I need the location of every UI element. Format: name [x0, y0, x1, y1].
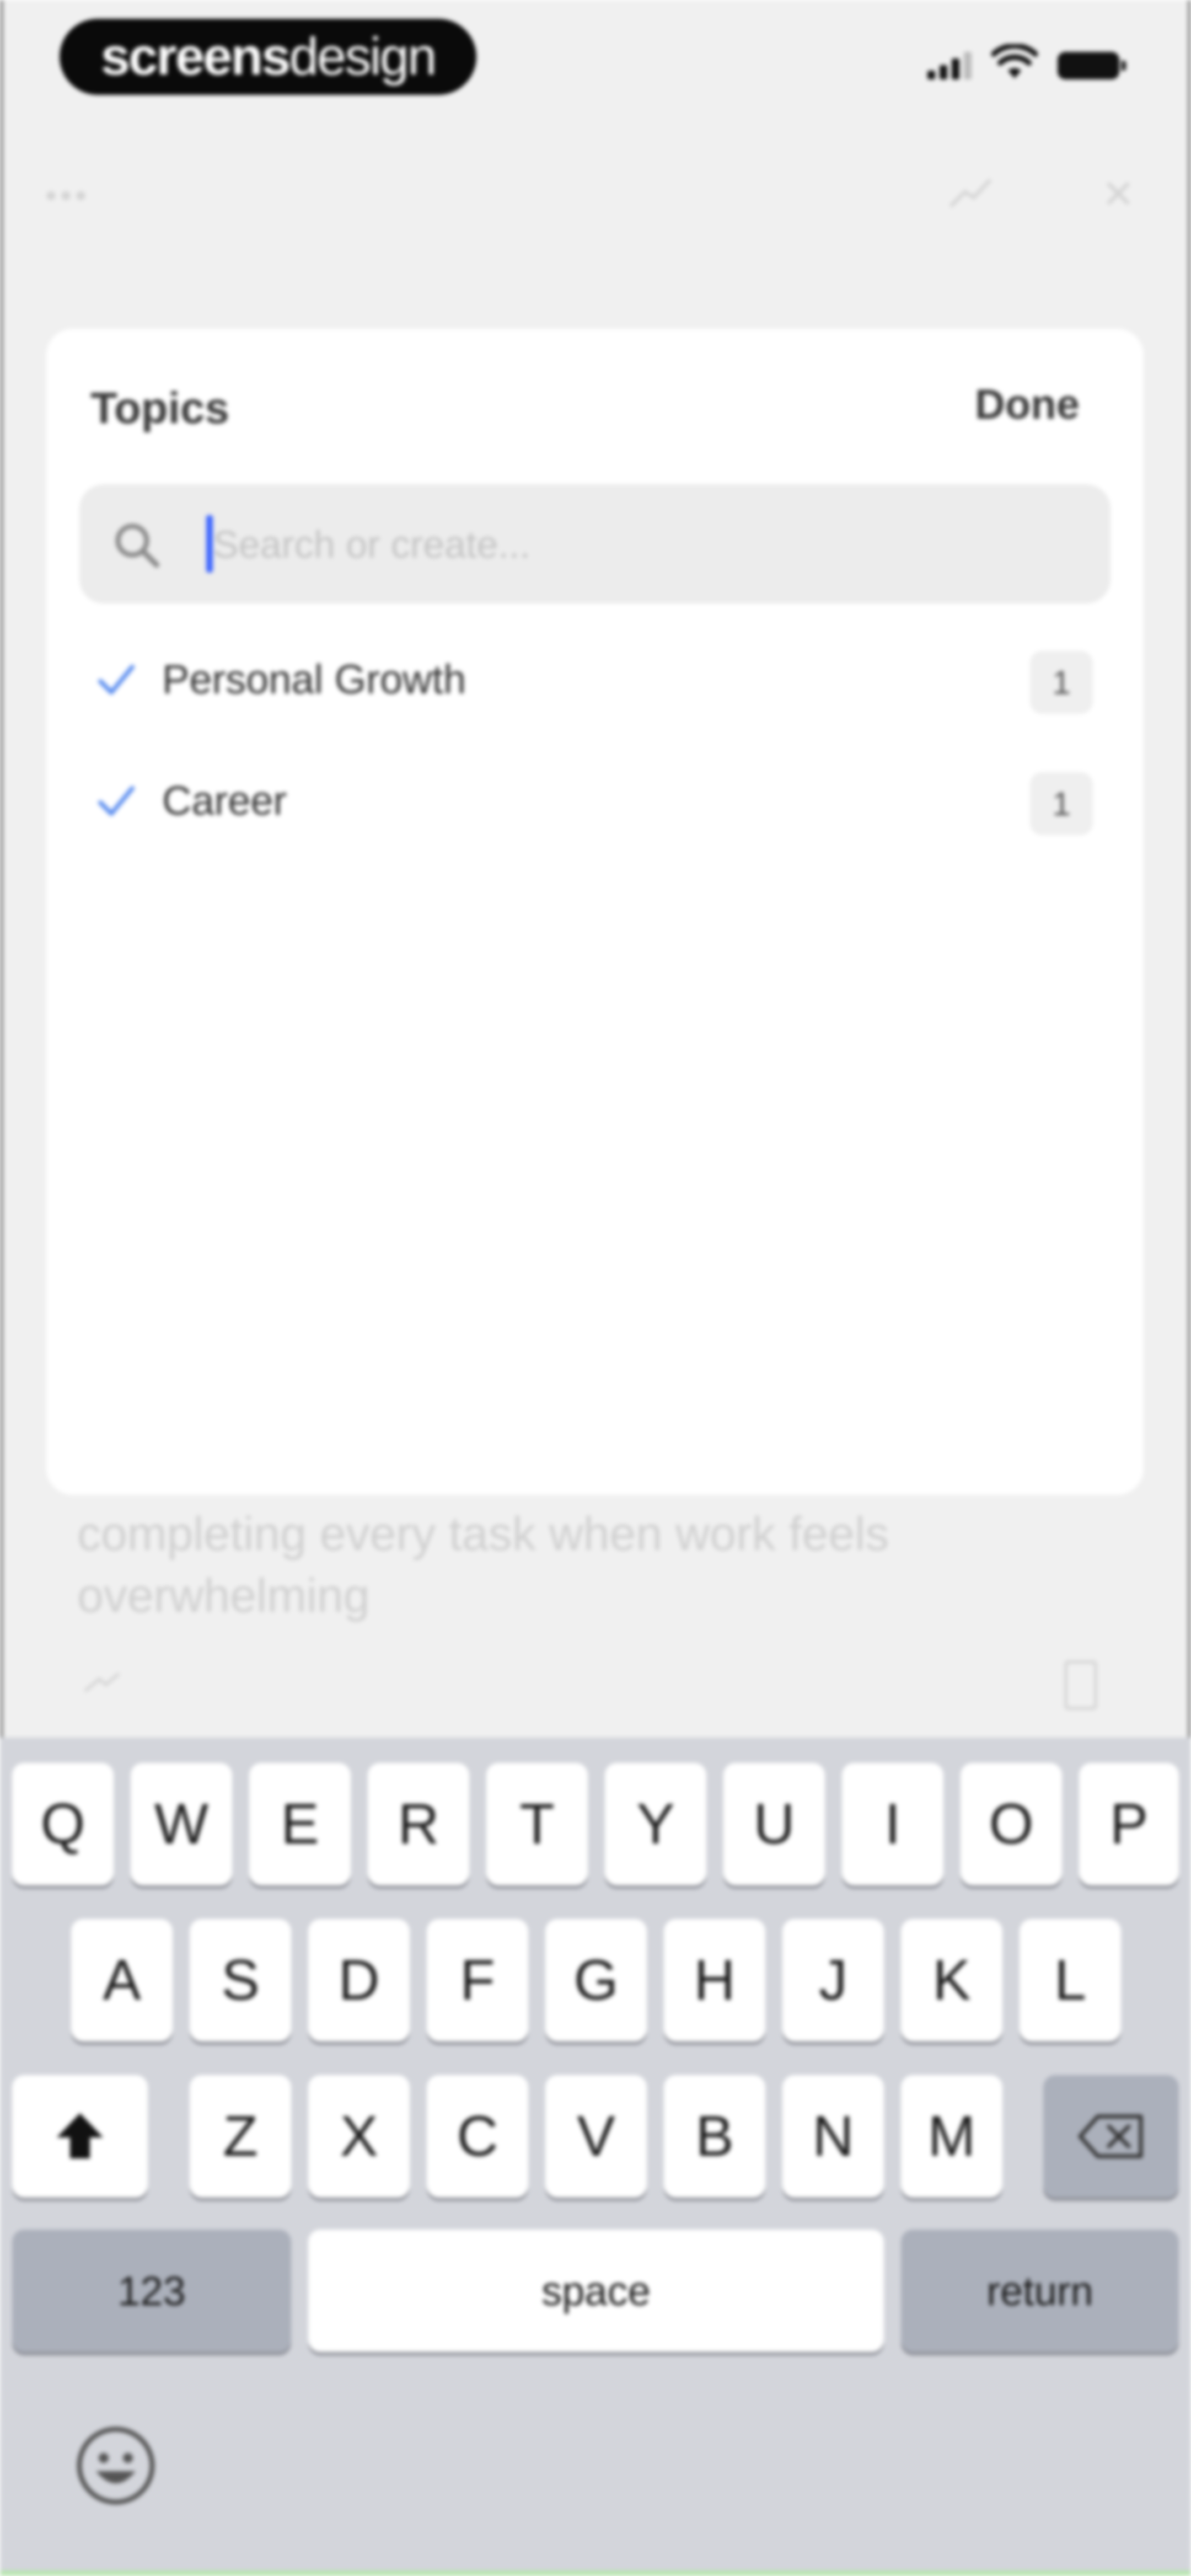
shift-key[interactable] — [12, 2075, 148, 2198]
space-bar[interactable]: space — [308, 2230, 884, 2352]
key-q[interactable]: Q — [12, 1763, 114, 1885]
key-n[interactable]: N — [782, 2075, 884, 2198]
emoji-icon[interactable] — [75, 2425, 157, 2506]
background-entry-text: completing every task when work feels ov… — [77, 1508, 889, 1622]
shift-arrow-icon — [57, 2113, 103, 2158]
checkmark-icon — [98, 786, 135, 816]
more-dots-icon: ••• — [45, 177, 90, 214]
key-c[interactable]: C — [427, 2075, 528, 2198]
topic-count-badge: 1 — [1030, 772, 1093, 835]
checkmark-icon — [98, 665, 135, 694]
key-a[interactable]: A — [71, 1919, 173, 2041]
key-h[interactable]: H — [664, 1919, 765, 2041]
key-v[interactable]: V — [545, 2075, 647, 2198]
key-f[interactable]: F — [427, 1919, 528, 2041]
background-header: ••• ✕ — [0, 165, 1191, 221]
key-k[interactable]: K — [901, 1919, 1002, 2041]
topic-row-personal-growth[interactable]: Personal Growth 1 — [46, 627, 1144, 737]
cellular-signal-icon — [927, 52, 972, 79]
bottom-edge-bar — [0, 2570, 1191, 2576]
key-o[interactable]: O — [961, 1763, 1062, 1885]
chart-icon — [949, 178, 992, 208]
trash-icon — [1064, 1660, 1097, 1710]
key-l[interactable]: L — [1020, 1919, 1121, 2041]
app-screen: screens design ••• ✕ completing every tas… — [0, 0, 1191, 2576]
key-y[interactable]: Y — [605, 1763, 706, 1885]
key-x[interactable]: X — [308, 2075, 410, 2198]
backspace-icon — [1078, 2114, 1143, 2158]
search-field[interactable] — [79, 484, 1110, 605]
key-e[interactable]: E — [249, 1763, 351, 1885]
battery-icon — [1058, 52, 1126, 79]
watermark-bold-text: screens — [100, 27, 291, 86]
key-z[interactable]: Z — [190, 2075, 291, 2198]
watermark-light-text: design — [289, 27, 437, 86]
delete-key[interactable] — [1043, 2075, 1179, 2198]
sheet-title: Topics — [90, 383, 229, 432]
search-icon — [115, 523, 159, 568]
key-b[interactable]: B — [664, 2075, 765, 2198]
return-key[interactable]: return — [901, 2230, 1179, 2352]
trend-icon — [84, 1672, 120, 1693]
key-g[interactable]: G — [545, 1919, 647, 2041]
key-r[interactable]: R — [368, 1763, 469, 1885]
key-m[interactable]: M — [901, 2075, 1002, 2198]
done-button[interactable]: Done — [975, 381, 1080, 429]
key-t[interactable]: T — [486, 1763, 588, 1885]
status-bar: screens design — [0, 0, 1191, 110]
topic-row-career[interactable]: Career 1 — [46, 749, 1144, 859]
topic-count-badge: 1 — [1030, 651, 1093, 714]
key-j[interactable]: J — [782, 1919, 884, 2041]
status-icons — [927, 44, 1126, 79]
topics-sheet: Topics Done Personal Growth 1 Career 1 — [46, 329, 1144, 1495]
search-input[interactable] — [212, 484, 1074, 605]
key-w[interactable]: W — [131, 1763, 232, 1885]
topic-label: Career — [162, 778, 287, 824]
keyboard: Q W E R T Y U I O P A S D F G H J K L Z … — [0, 1738, 1191, 2576]
key-u[interactable]: U — [723, 1763, 825, 1885]
key-p[interactable]: P — [1079, 1763, 1179, 1885]
screensdesign-watermark-logo: screens design — [60, 19, 476, 95]
key-i[interactable]: I — [842, 1763, 943, 1885]
close-icon: ✕ — [1102, 173, 1135, 217]
wifi-icon — [991, 44, 1038, 78]
key-s[interactable]: S — [190, 1919, 291, 2041]
key-d[interactable]: D — [308, 1919, 410, 2041]
topic-label: Personal Growth — [162, 656, 466, 702]
numbers-key[interactable]: 123 — [12, 2230, 291, 2352]
